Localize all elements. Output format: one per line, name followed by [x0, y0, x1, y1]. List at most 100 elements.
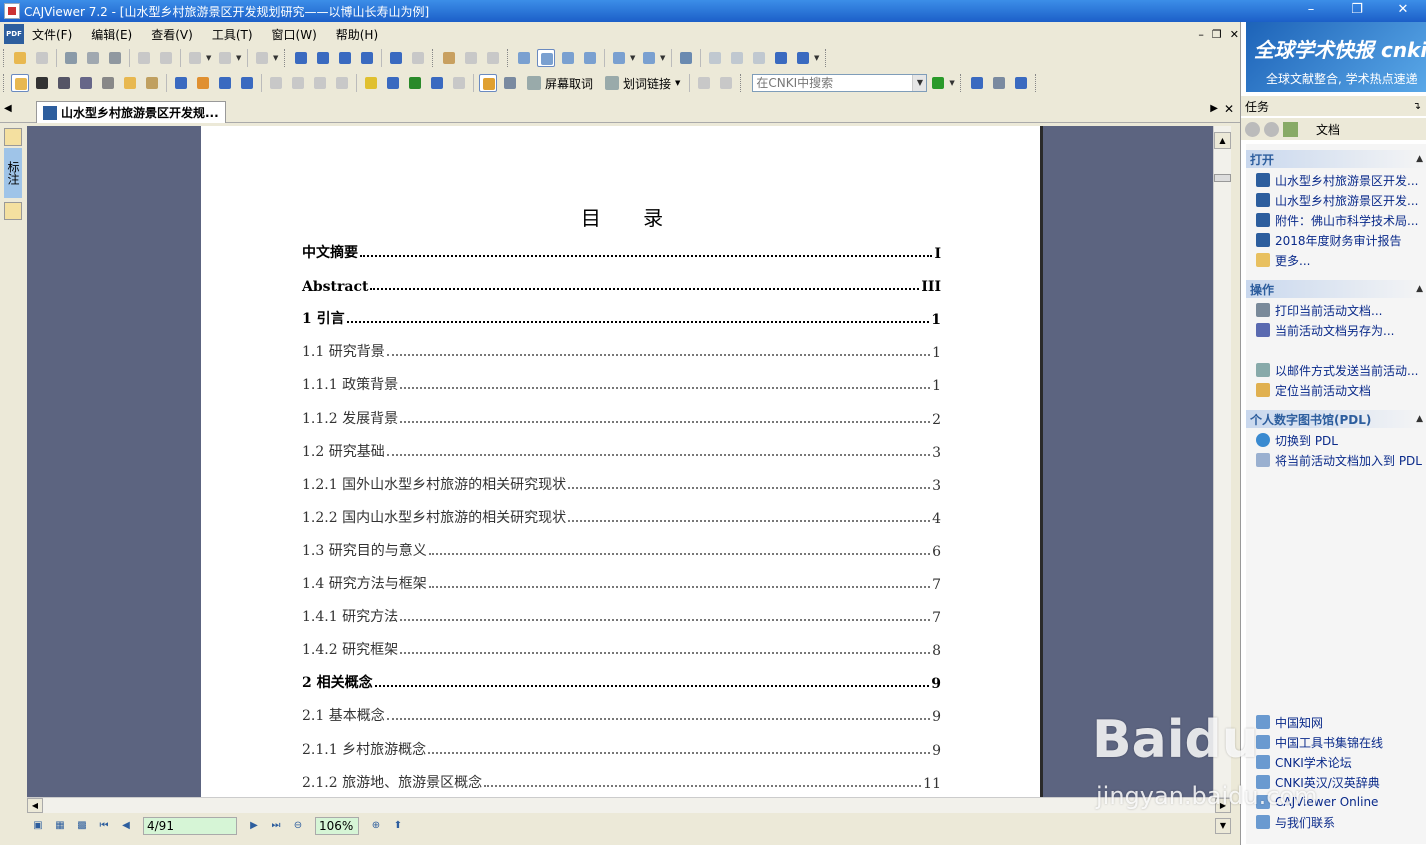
- cnki-banner[interactable]: 全球学术快报 cnki 移动版 全球文献整合, 学术热点速递: [1246, 22, 1426, 92]
- status-last-page-icon[interactable]: ⏭: [268, 818, 284, 834]
- annotation-manage-icon[interactable]: [450, 74, 468, 92]
- collapse-icon[interactable]: ▲: [1416, 284, 1423, 294]
- update-icon[interactable]: [1012, 74, 1030, 92]
- rotate-icon[interactable]: [610, 49, 628, 67]
- recent-file-4[interactable]: 2018年度财务审计报告: [1256, 230, 1426, 250]
- toc-entry[interactable]: 2.1 基本概念 9: [302, 705, 941, 725]
- search-dropdown-icon[interactable]: ▼: [912, 75, 927, 91]
- help-icon[interactable]: [968, 74, 986, 92]
- menu-tools[interactable]: 工具(T): [212, 26, 253, 43]
- notes-icon[interactable]: [4, 128, 22, 146]
- next-page-icon[interactable]: [336, 49, 354, 67]
- locate-doc-link[interactable]: 定位当前活动文档: [1256, 380, 1426, 400]
- link-reference-books[interactable]: 中国工具书集锦在线: [1256, 732, 1426, 752]
- toc-entry[interactable]: 1.1.2 发展背景 2: [302, 408, 941, 428]
- search-go-dropdown-icon[interactable]: ▼: [949, 74, 957, 92]
- cnki-search-input[interactable]: 在CNKI中搜索 ▼: [752, 74, 928, 92]
- toc-entry[interactable]: 1.2.2 国内山水型乡村旅游的相关研究现状 4: [302, 507, 941, 527]
- recent-file-1[interactable]: 山水型乡村旅游景区开发...: [1256, 170, 1426, 190]
- highlight-icon[interactable]: [362, 74, 380, 92]
- toc-entry[interactable]: 1.2.1 国外山水型乡村旅游的相关研究现状 3: [302, 474, 941, 494]
- status-zoom-in-icon[interactable]: ⊕: [368, 818, 384, 834]
- continuous-facing-icon[interactable]: [581, 49, 599, 67]
- link-contact-us[interactable]: 与我们联系: [1256, 812, 1426, 832]
- back-icon[interactable]: [387, 49, 405, 67]
- single-page-icon[interactable]: [515, 49, 533, 67]
- hand-tool-icon[interactable]: [11, 74, 29, 92]
- menu-view[interactable]: 查看(V): [151, 26, 193, 43]
- open-file-icon[interactable]: [11, 49, 29, 67]
- double-view-icon[interactable]: ▦: [52, 818, 68, 834]
- line-tool-icon[interactable]: [172, 74, 190, 92]
- redo-icon[interactable]: [216, 49, 234, 67]
- toc-entry[interactable]: 1.4.1 研究方法 7: [302, 606, 941, 626]
- prev-link-icon[interactable]: [695, 74, 713, 92]
- annotation-panel-tab[interactable]: 标注: [4, 148, 22, 198]
- link-tool-icon[interactable]: [289, 74, 307, 92]
- scroll-up-icon[interactable]: ▲: [1214, 132, 1231, 149]
- select-arrow-icon[interactable]: [33, 74, 51, 92]
- menu-file[interactable]: 文件(F): [32, 26, 72, 43]
- continuous-page-icon[interactable]: [537, 49, 555, 67]
- underline-icon[interactable]: [406, 74, 424, 92]
- zoom-in-icon[interactable]: [794, 49, 812, 67]
- sound-icon[interactable]: [333, 74, 351, 92]
- layout-dropdown-icon[interactable]: ▼: [660, 49, 668, 67]
- collapse-icon[interactable]: ▲: [1416, 154, 1423, 164]
- page-up-icon[interactable]: ⬆: [390, 818, 406, 834]
- send-email-link[interactable]: 以邮件方式发送当前活动...: [1256, 360, 1426, 380]
- scroll-right-icon[interactable]: ▶: [1215, 798, 1231, 813]
- properties-icon[interactable]: [253, 49, 271, 67]
- status-zoom-out-icon[interactable]: ⊖: [290, 818, 306, 834]
- vertical-scroll-thumb[interactable]: [1214, 174, 1231, 182]
- tab-close-icon[interactable]: ✕: [1224, 102, 1234, 116]
- more-files-link[interactable]: 更多...: [1256, 250, 1426, 270]
- last-page-icon[interactable]: [358, 49, 376, 67]
- status-prev-page-icon[interactable]: ◀: [118, 818, 134, 834]
- recent-file-3[interactable]: 附件：佛山市科学技术局...: [1256, 210, 1426, 230]
- paste-icon[interactable]: [157, 49, 175, 67]
- save-as-link[interactable]: 当前活动文档另存为...: [1256, 320, 1426, 340]
- toc-entry[interactable]: 2.1.1 乡村旅游概念 9: [302, 739, 941, 759]
- toc-entry[interactable]: 1.4 研究方法与框架 7: [302, 573, 941, 593]
- gear-icon[interactable]: [311, 74, 329, 92]
- save-icon[interactable]: [33, 49, 51, 67]
- redo-dropdown-icon[interactable]: ▼: [236, 49, 244, 67]
- tab-scroll-right-icon[interactable]: ▶: [1210, 103, 1218, 114]
- scroll-left-icon[interactable]: ◀: [27, 798, 43, 813]
- toc-entry[interactable]: 1 引言 1: [302, 308, 941, 328]
- link-cajviewer-online[interactable]: CAJViewer Online: [1256, 792, 1426, 812]
- forward-icon[interactable]: [409, 49, 427, 67]
- menu-edit[interactable]: 编辑(E): [91, 26, 132, 43]
- recent-file-2[interactable]: 山水型乡村旅游景区开发...: [1256, 190, 1426, 210]
- zoom-out-icon[interactable]: [772, 49, 790, 67]
- actual-size-icon[interactable]: [706, 49, 724, 67]
- vertical-scrollbar[interactable]: ▲: [1213, 126, 1231, 797]
- outline-icon[interactable]: [4, 202, 22, 220]
- restore-icon[interactable]: ❐: [1334, 0, 1380, 22]
- status-first-page-icon[interactable]: ⏮: [96, 818, 112, 834]
- tab-current-document[interactable]: 山水型乡村旅游景区开发规...: [36, 101, 226, 123]
- anchor-icon[interactable]: [428, 74, 446, 92]
- strikethrough-icon[interactable]: [384, 74, 402, 92]
- minimize-icon[interactable]: –: [1288, 0, 1334, 22]
- link-dictionary[interactable]: CNKI英汉/汉英辞典: [1256, 772, 1426, 792]
- toc-entry[interactable]: 1.3 研究目的与意义 6: [302, 540, 941, 560]
- find-prev-icon[interactable]: [462, 49, 480, 67]
- switch-pdl-link[interactable]: 切换到 PDL: [1256, 430, 1426, 450]
- prev-page-icon[interactable]: [314, 49, 332, 67]
- nav-forward-icon[interactable]: [1264, 121, 1279, 137]
- close-icon[interactable]: ✕: [1380, 0, 1426, 22]
- grid-view-icon[interactable]: ▩: [74, 818, 90, 834]
- toc-entry[interactable]: 中文摘要 I: [302, 242, 941, 262]
- first-page-icon[interactable]: [292, 49, 310, 67]
- scan-icon[interactable]: [106, 49, 124, 67]
- toc-entry[interactable]: 2.1.2 旅游地、旅游景区概念 11: [302, 772, 941, 792]
- about-icon[interactable]: [990, 74, 1008, 92]
- word-link-dropdown-icon[interactable]: ▼: [675, 79, 680, 87]
- collapse-icon[interactable]: ▲: [1416, 414, 1423, 424]
- copy-icon[interactable]: [135, 49, 153, 67]
- document-view[interactable]: 目 录 中文摘要 I Abstract III 1 引言 1 1.1 研究背景 1 1.1.1 …: [27, 126, 1213, 797]
- clipboard-icon[interactable]: [479, 74, 497, 92]
- facing-pages-icon[interactable]: [559, 49, 577, 67]
